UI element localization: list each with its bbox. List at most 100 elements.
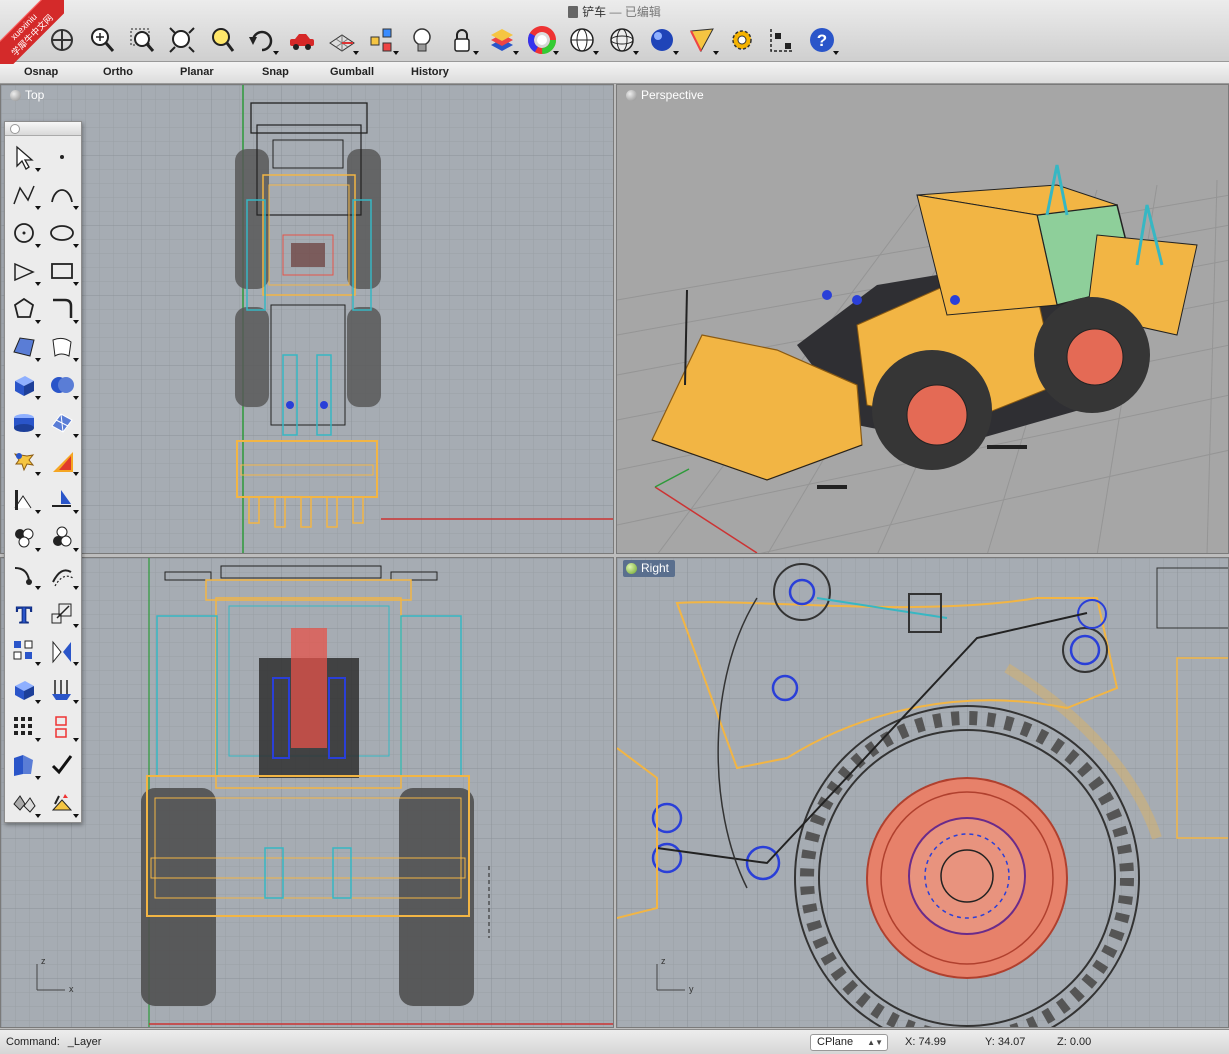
- palette-surface-from-points-button[interactable]: [5, 328, 43, 366]
- dropdown-arrow-icon[interactable]: [35, 206, 41, 210]
- dropdown-arrow-icon[interactable]: [713, 51, 719, 55]
- dropdown-arrow-icon[interactable]: [73, 510, 79, 514]
- dropdown-arrow-icon[interactable]: [593, 51, 599, 55]
- palette-ellipse-button[interactable]: [43, 214, 81, 252]
- viewport-top[interactable]: Top: [0, 84, 614, 554]
- palette-fillet-curve-button[interactable]: [43, 290, 81, 328]
- palette-point-button[interactable]: [43, 138, 81, 176]
- palette-explode-button[interactable]: [5, 442, 43, 480]
- zoom-button[interactable]: [82, 21, 122, 59]
- dropdown-arrow-icon[interactable]: [35, 434, 41, 438]
- dropdown-arrow-icon[interactable]: [833, 51, 839, 55]
- car-named-view-button[interactable]: [282, 21, 322, 59]
- viewport-label-perspective[interactable]: Perspective: [623, 87, 710, 104]
- palette-text-button[interactable]: T: [5, 594, 43, 632]
- viewport-menu-icon[interactable]: [10, 90, 21, 101]
- dropdown-arrow-icon[interactable]: [73, 548, 79, 552]
- shaded-sphere-button[interactable]: [602, 21, 642, 59]
- dropdown-arrow-icon[interactable]: [73, 320, 79, 324]
- cplane-grid-button[interactable]: [322, 21, 362, 59]
- dropdown-arrow-icon[interactable]: [35, 814, 41, 818]
- viewport-right[interactable]: Right z y: [616, 557, 1229, 1028]
- dropdown-arrow-icon[interactable]: [73, 662, 79, 666]
- dropdown-arrow-icon[interactable]: [35, 472, 41, 476]
- undo-view-button[interactable]: [242, 21, 282, 59]
- dropdown-arrow-icon[interactable]: [353, 51, 359, 55]
- palette-mirror-button[interactable]: [43, 632, 81, 670]
- palette-lofted-solid-button[interactable]: [5, 746, 43, 784]
- palette-box-solid-button[interactable]: [5, 366, 43, 404]
- palette-offset-button[interactable]: [43, 556, 81, 594]
- dropdown-arrow-icon[interactable]: [35, 358, 41, 362]
- dropdown-arrow-icon[interactable]: [73, 434, 79, 438]
- viewport-menu-icon[interactable]: [626, 563, 637, 574]
- osnap-toggle[interactable]: Osnap: [24, 66, 58, 78]
- gumball-toggle[interactable]: Gumball: [330, 66, 374, 78]
- dropdown-arrow-icon[interactable]: [35, 282, 41, 286]
- light-bulb-button[interactable]: [402, 21, 442, 59]
- dropdown-arrow-icon[interactable]: [73, 206, 79, 210]
- viewport-menu-icon[interactable]: [626, 90, 637, 101]
- zoom-extents-button[interactable]: [162, 21, 202, 59]
- palette-polygon-button[interactable]: [5, 290, 43, 328]
- dropdown-arrow-icon[interactable]: [513, 51, 519, 55]
- palette-fillet-edge-button[interactable]: [5, 556, 43, 594]
- palette-circle-button[interactable]: [5, 214, 43, 252]
- dropdown-arrow-icon[interactable]: [553, 51, 559, 55]
- dropdown-arrow-icon[interactable]: [35, 662, 41, 666]
- dropdown-arrow-icon[interactable]: [35, 396, 41, 400]
- render-sphere-button[interactable]: [642, 21, 682, 59]
- palette-check-button[interactable]: [43, 746, 81, 784]
- palette-mesh-button[interactable]: [43, 404, 81, 442]
- snap-toggle[interactable]: Snap: [262, 66, 289, 78]
- palette-solid-tools-button[interactable]: [5, 784, 43, 822]
- dropdown-arrow-icon[interactable]: [73, 396, 79, 400]
- viewport-label-top[interactable]: Top: [7, 87, 50, 104]
- cplane-select[interactable]: CPlane ▲▼: [810, 1034, 888, 1051]
- history-toggle[interactable]: History: [411, 66, 449, 78]
- palette-block-button[interactable]: [43, 708, 81, 746]
- palette-points-on-button[interactable]: [43, 670, 81, 708]
- dropdown-arrow-icon[interactable]: [273, 51, 279, 55]
- dropdown-arrow-icon[interactable]: [35, 168, 41, 172]
- layers-button[interactable]: [482, 21, 522, 59]
- analyze-button[interactable]: [682, 21, 722, 59]
- viewport-perspective[interactable]: Perspective: [616, 84, 1229, 554]
- dropdown-arrow-icon[interactable]: [35, 510, 41, 514]
- palette-polyline-button[interactable]: [5, 176, 43, 214]
- dropdown-arrow-icon[interactable]: [73, 358, 79, 362]
- palette-render-tools-button[interactable]: [43, 784, 81, 822]
- dropdown-arrow-icon[interactable]: [473, 51, 479, 55]
- dropdown-arrow-icon[interactable]: [35, 586, 41, 590]
- dropdown-arrow-icon[interactable]: [73, 244, 79, 248]
- lock-button[interactable]: [442, 21, 482, 59]
- viewport-front[interactable]: z x: [0, 557, 614, 1028]
- dimension-button[interactable]: [762, 21, 802, 59]
- dropdown-arrow-icon[interactable]: [35, 776, 41, 780]
- dropdown-arrow-icon[interactable]: [393, 51, 399, 55]
- dropdown-arrow-icon[interactable]: [73, 586, 79, 590]
- palette-rectangle-button[interactable]: [43, 252, 81, 290]
- palette-boolean-union-button[interactable]: [43, 366, 81, 404]
- viewport-label-right[interactable]: Right: [623, 560, 676, 577]
- dropdown-arrow-icon[interactable]: [673, 51, 679, 55]
- dropdown-arrow-icon[interactable]: [73, 282, 79, 286]
- palette-array-button[interactable]: [5, 632, 43, 670]
- color-wheel-button[interactable]: [522, 21, 562, 59]
- palette-curve-button[interactable]: [43, 176, 81, 214]
- dropdown-arrow-icon[interactable]: [73, 814, 79, 818]
- gumball-pivot-button[interactable]: [362, 21, 402, 59]
- ortho-toggle[interactable]: Ortho: [103, 66, 133, 78]
- dropdown-arrow-icon[interactable]: [35, 244, 41, 248]
- dropdown-arrow-icon[interactable]: [633, 51, 639, 55]
- help-button[interactable]: ?: [802, 21, 842, 59]
- palette-loft-surface-button[interactable]: [43, 328, 81, 366]
- palette-join-button[interactable]: [43, 480, 81, 518]
- dropdown-arrow-icon[interactable]: [35, 320, 41, 324]
- dropdown-arrow-icon[interactable]: [35, 548, 41, 552]
- dropdown-arrow-icon[interactable]: [73, 700, 79, 704]
- palette-ungroup-button[interactable]: [43, 518, 81, 556]
- zoom-window-button[interactable]: [122, 21, 162, 59]
- options-gear-button[interactable]: [722, 21, 762, 59]
- zoom-selected-button[interactable]: [202, 21, 242, 59]
